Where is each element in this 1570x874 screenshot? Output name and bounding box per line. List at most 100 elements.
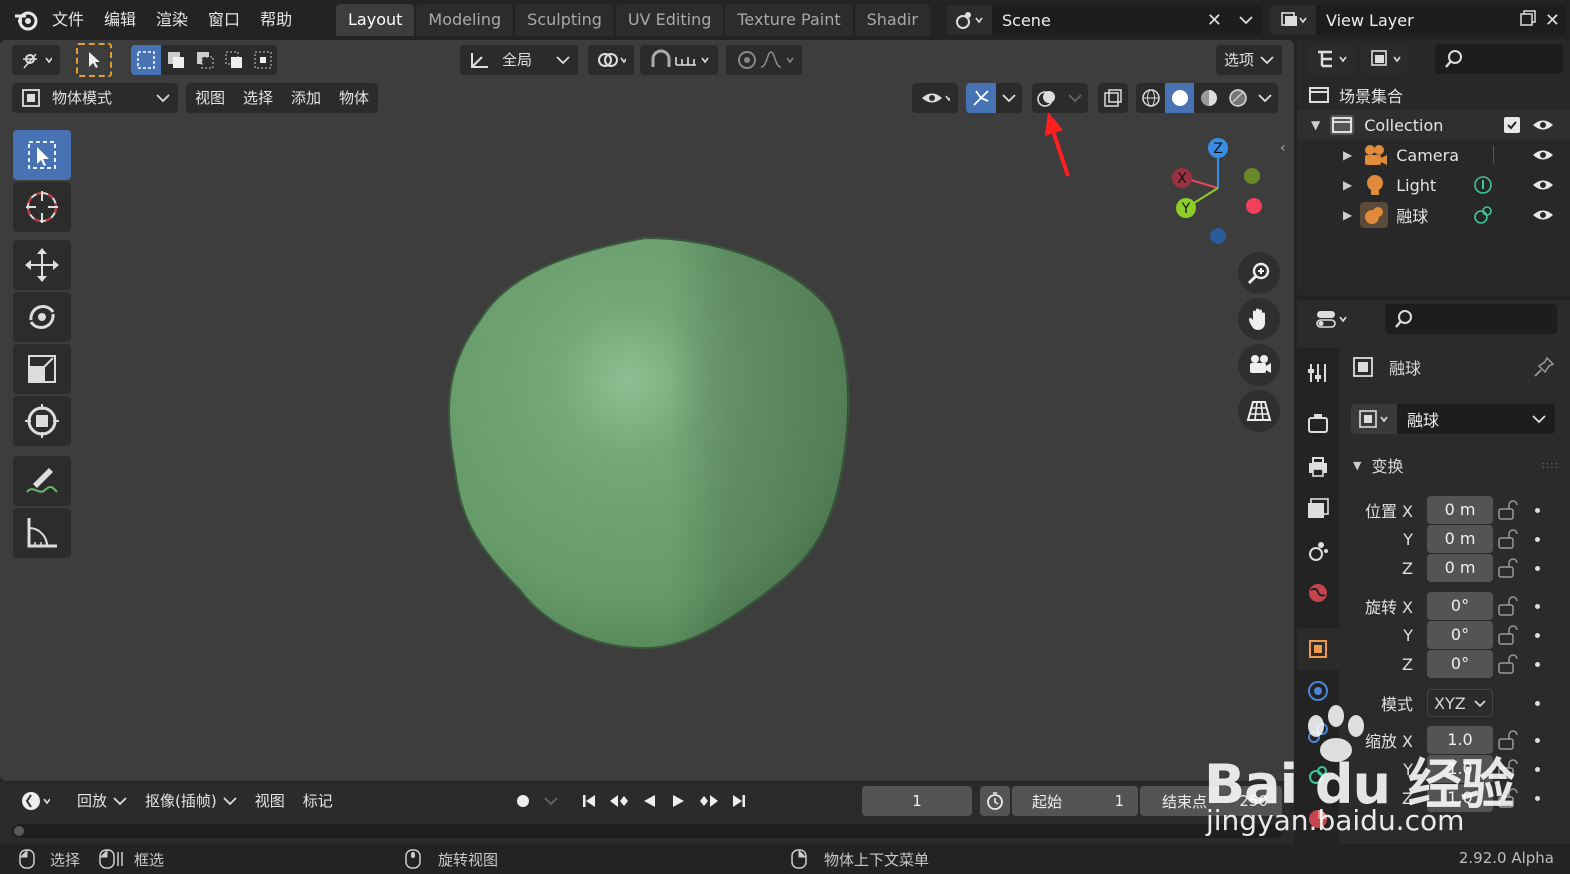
editor-type-dropdown[interactable]: [12, 786, 58, 816]
tab-world[interactable]: [1297, 572, 1339, 614]
lock-open-icon[interactable]: [1497, 499, 1521, 521]
expand-right-icon[interactable]: ▶: [1343, 148, 1352, 162]
keyframe-dot-icon[interactable]: [1535, 507, 1540, 513]
outliner-row-light[interactable]: ▶ Light: [1297, 170, 1570, 200]
lock-open-icon[interactable]: [1497, 787, 1521, 809]
perspective-toggle-button[interactable]: [1238, 390, 1280, 432]
keyframe-dot-icon[interactable]: [1535, 795, 1540, 801]
record-icon[interactable]: [508, 786, 538, 816]
expand-right-icon[interactable]: ▶: [1343, 208, 1352, 222]
tab-shading[interactable]: Shadir: [854, 4, 930, 36]
outliner-row-camera[interactable]: ▶ Camera: [1297, 140, 1570, 170]
scene-name-field[interactable]: Scene ✕: [992, 5, 1230, 35]
datablock-browse-button[interactable]: [1351, 404, 1397, 434]
tab-tool[interactable]: [1297, 352, 1339, 394]
rotation-x-field[interactable]: 0°: [1427, 592, 1493, 620]
rotation-z-field[interactable]: 0°: [1427, 650, 1493, 678]
autokey-dropdown[interactable]: [538, 786, 564, 816]
play-icon[interactable]: [664, 786, 694, 816]
menu-edit[interactable]: 编辑: [94, 0, 146, 40]
use-preview-range-icon[interactable]: [980, 786, 1010, 816]
options-dropdown[interactable]: 选项: [1216, 45, 1282, 75]
3d-viewport[interactable]: 全局 选项 物体模式 视图 选择 添加 物体 ‹ Z X Y: [0, 40, 1294, 781]
select-invert-icon[interactable]: [219, 45, 248, 75]
tool-measure[interactable]: [13, 508, 71, 558]
tool-scale[interactable]: [13, 344, 71, 394]
tool-select-box[interactable]: [13, 130, 71, 180]
shading-dropdown[interactable]: [1252, 83, 1278, 113]
tool-rotate[interactable]: [13, 292, 71, 342]
select-extend-icon[interactable]: [161, 45, 190, 75]
keyframe-dot-icon[interactable]: [1535, 536, 1540, 542]
menu-help[interactable]: 帮助: [250, 0, 302, 40]
frame-start-field[interactable]: 起始 1: [1012, 786, 1138, 816]
outliner-row-metaball[interactable]: ▶ 融球: [1297, 200, 1570, 230]
outliner-editor-type[interactable]: [1307, 44, 1355, 74]
location-z-field[interactable]: 0 m: [1427, 554, 1493, 582]
metaball-mesh[interactable]: [430, 230, 860, 660]
select-new-icon[interactable]: [131, 45, 161, 75]
keyframe-dot-icon[interactable]: [1535, 737, 1540, 743]
eye-icon[interactable]: [1532, 207, 1554, 223]
prev-keyframe-icon[interactable]: [604, 786, 634, 816]
select-tool-indicator[interactable]: [76, 43, 112, 77]
object-name-field[interactable]: 融球: [1397, 404, 1523, 434]
sidebar-toggle-icon[interactable]: ‹: [1280, 140, 1294, 158]
tool-annotate[interactable]: [13, 456, 71, 506]
keyframe-dot-icon[interactable]: [1535, 603, 1540, 609]
scale-x-field[interactable]: 1.0: [1427, 726, 1493, 754]
navigation-gizmo[interactable]: Z X Y: [1160, 132, 1270, 252]
menu-file[interactable]: 文件: [42, 0, 94, 40]
lock-open-icon[interactable]: [1497, 729, 1521, 751]
tab-output[interactable]: [1297, 446, 1339, 488]
scale-y-field[interactable]: 1.0: [1427, 755, 1493, 783]
view-layer-browse-button[interactable]: [1270, 5, 1316, 35]
menu-add[interactable]: 添加: [282, 83, 330, 113]
view-layer-name-field[interactable]: View Layer ✕: [1316, 5, 1566, 35]
copy-icon[interactable]: [1519, 9, 1537, 31]
outliner-search-input[interactable]: [1435, 44, 1563, 74]
jump-start-icon[interactable]: [574, 786, 604, 816]
scale-z-field[interactable]: 1.0: [1427, 784, 1493, 812]
metaball-data-icon[interactable]: [1472, 204, 1494, 226]
tab-texture-paint[interactable]: Texture Paint: [725, 4, 853, 36]
lock-open-icon[interactable]: [1497, 653, 1521, 675]
scene-close-icon[interactable]: ✕: [1207, 10, 1222, 31]
wireframe-shading-icon[interactable]: [1136, 83, 1165, 113]
eye-icon[interactable]: [1532, 147, 1554, 163]
drag-handle-icon[interactable]: ::::: [1542, 460, 1559, 471]
checkbox-checked-icon[interactable]: [1504, 117, 1520, 133]
pivot-point-dropdown[interactable]: [588, 45, 634, 75]
rotation-y-field[interactable]: 0°: [1427, 621, 1493, 649]
tab-object[interactable]: [1297, 628, 1339, 670]
menu-select[interactable]: 选择: [234, 83, 282, 113]
tab-modeling[interactable]: Modeling: [416, 4, 514, 36]
timeline-scrubber[interactable]: [12, 824, 1282, 838]
scene-dropdown-button[interactable]: [1230, 5, 1262, 35]
keyframe-dot-icon[interactable]: [1535, 700, 1540, 706]
expand-right-icon[interactable]: ▶: [1343, 178, 1352, 192]
tool-settings-button[interactable]: [12, 45, 60, 75]
select-intersect-icon[interactable]: [248, 45, 277, 75]
rendered-shading-icon[interactable]: [1223, 83, 1252, 113]
properties-editor-type[interactable]: [1307, 304, 1355, 334]
keyframe-dot-icon[interactable]: [1535, 565, 1540, 571]
gizmo-toggle-icon[interactable]: [966, 83, 996, 113]
tab-scene[interactable]: [1297, 530, 1339, 572]
tab-layout[interactable]: Layout: [336, 4, 415, 36]
properties-search-input[interactable]: [1385, 304, 1557, 334]
eye-icon[interactable]: [1532, 177, 1554, 193]
timeline-view-menu[interactable]: 视图: [246, 786, 294, 816]
lock-open-icon[interactable]: [1497, 528, 1521, 550]
playhead-icon[interactable]: [14, 826, 24, 836]
location-x-field[interactable]: 0 m: [1427, 496, 1493, 524]
lock-open-icon[interactable]: [1497, 758, 1521, 780]
location-y-field[interactable]: 0 m: [1427, 525, 1493, 553]
tool-transform[interactable]: [13, 396, 71, 446]
gizmo-dropdown[interactable]: [996, 83, 1022, 113]
tab-sculpting[interactable]: Sculpting: [515, 4, 614, 36]
transform-orientation-dropdown[interactable]: 全局: [460, 45, 578, 75]
tab-uv-editing[interactable]: UV Editing: [615, 4, 724, 36]
tab-material[interactable]: [1297, 798, 1339, 840]
outliner-row-collection[interactable]: ▼ Collection: [1297, 110, 1570, 140]
